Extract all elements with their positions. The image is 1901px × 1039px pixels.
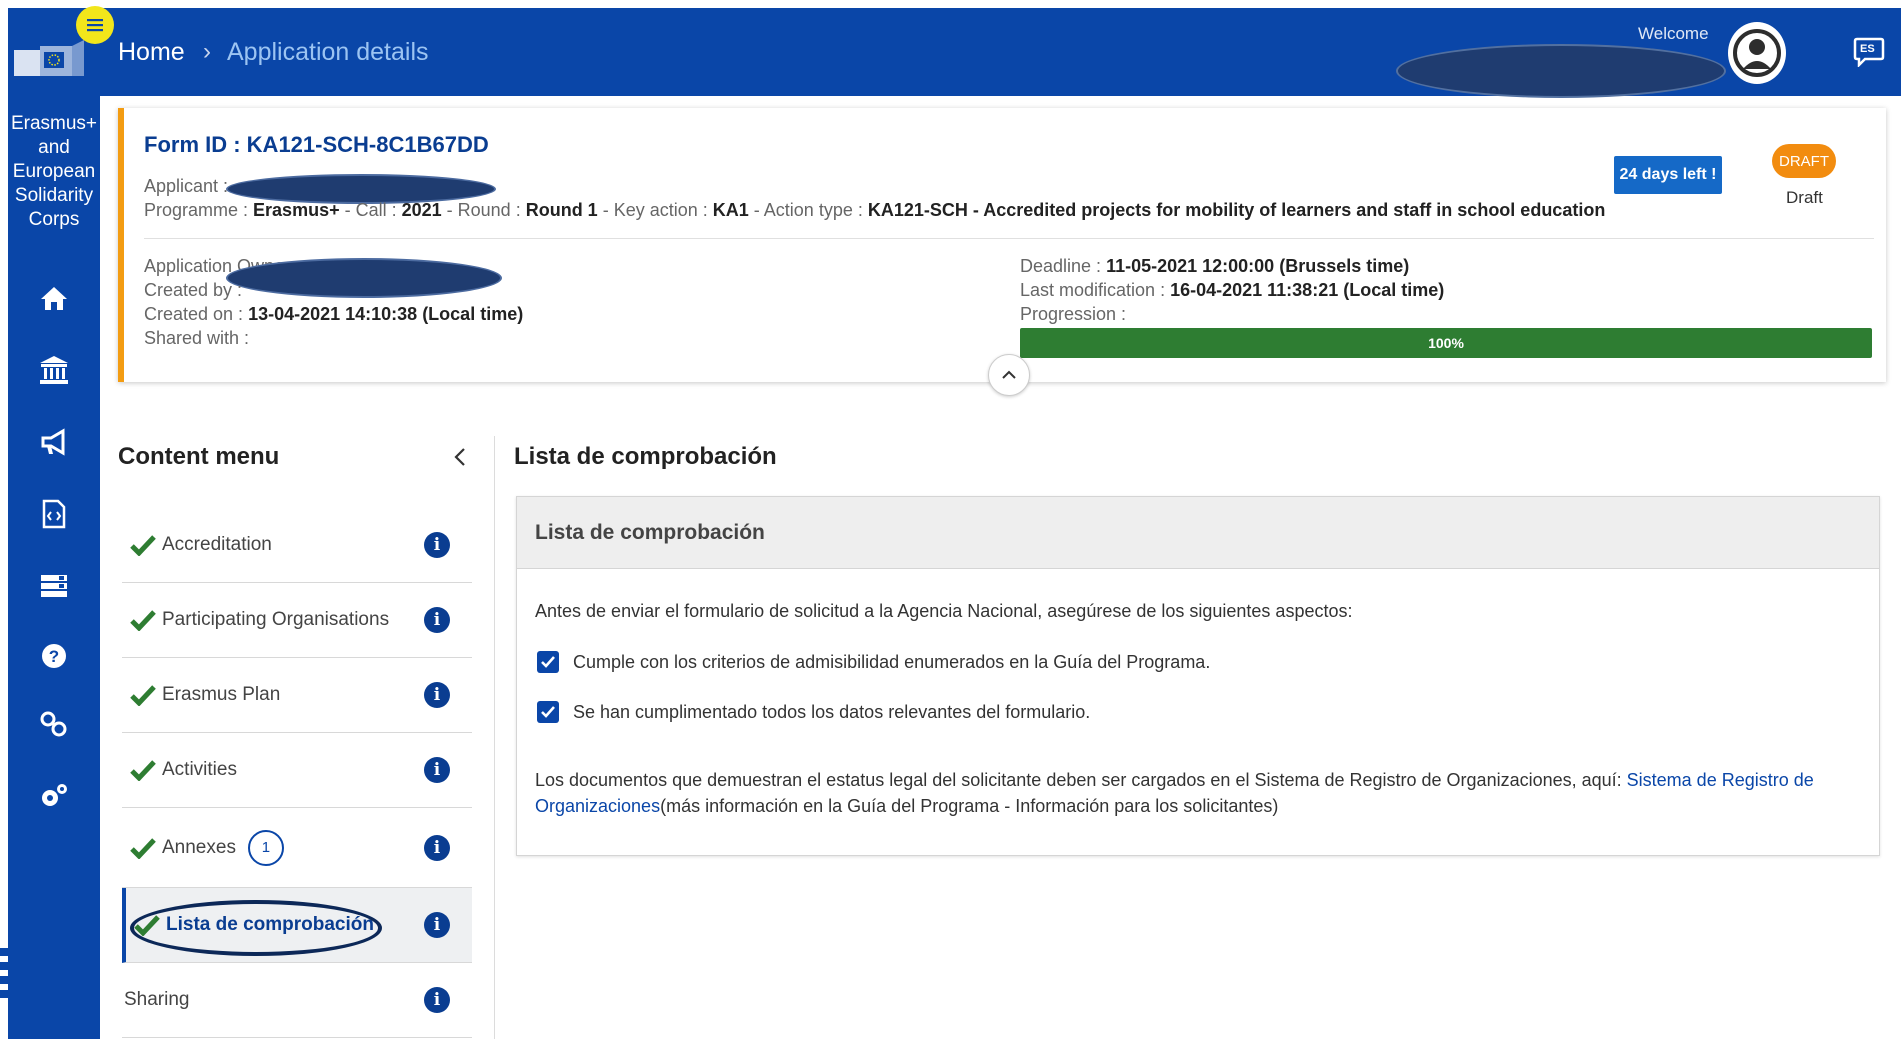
content-menu-item-label: Activities [162, 759, 237, 780]
top-bar: Home › Application details Welcome ES [100, 8, 1901, 98]
panel-header: Lista de comprobación [517, 497, 1879, 569]
checkmark-icon [541, 656, 555, 668]
svg-text:?: ? [49, 647, 59, 666]
content-menu-item-label: Sharing [124, 989, 190, 1010]
form-id: Form ID : KA121-SCH-8C1B67DD [144, 132, 489, 157]
info-icon[interactable]: i [424, 532, 450, 558]
section-title: Lista de comprobación [514, 443, 777, 470]
user-avatar[interactable] [1728, 22, 1786, 84]
breadcrumb-separator: › [203, 38, 211, 65]
collapse-summary-button[interactable] [988, 354, 1030, 396]
created-on-line: Created on : 13-04-2021 14:10:38 (Local … [144, 304, 524, 324]
institution-icon[interactable] [8, 348, 100, 392]
language-code: ES [1860, 43, 1875, 55]
content-menu-item-label: Erasmus Plan [162, 684, 281, 705]
left-rail: Erasmus+ and European Solidarity Corps ? [8, 8, 100, 1039]
link-icon[interactable] [8, 702, 100, 746]
info-icon[interactable]: i [424, 987, 450, 1013]
progression-bar: 100% [1020, 328, 1872, 358]
chevron-up-icon [1002, 370, 1016, 379]
content-menu-title: Content menu [118, 443, 280, 470]
flag-decoration [0, 948, 10, 1012]
redacted-owner [226, 258, 502, 298]
checklist-item-label: Se han cumplimentado todos los datos rel… [573, 701, 1091, 722]
breadcrumb-current: Application details [227, 38, 429, 66]
content-menu-item-participating-organisations[interactable]: Participating Organisations i [122, 583, 472, 658]
checklist-item-label: Cumple con los criterios de admisibilida… [573, 651, 1211, 672]
highlight-ring [130, 900, 382, 956]
application-summary-card: Form ID : KA121-SCH-8C1B67DD Applicant :… [118, 108, 1886, 396]
hamburger-icon [87, 19, 103, 32]
content-menu-item-erasmus-plan[interactable]: Erasmus Plan i [122, 658, 472, 733]
deadline-line: Deadline : 11-05-2021 12:00:00 (Brussels… [1020, 256, 1410, 276]
shared-with-line: Shared with : [144, 328, 250, 348]
card-divider [144, 238, 1874, 239]
check-icon [130, 684, 158, 706]
breadcrumb-home[interactable]: Home [118, 38, 185, 67]
content-menu-collapse-button[interactable] [448, 442, 472, 472]
help-icon[interactable]: ? [8, 634, 100, 678]
created-by-line: Created by : [144, 280, 243, 300]
annexes-count-badge: 1 [247, 829, 284, 866]
days-left-badge: 24 days left ! [1614, 156, 1722, 194]
language-button[interactable]: ES [1852, 34, 1886, 68]
content-menu-item-lista-de-comprobacion[interactable]: Lista de comprobación i [122, 888, 472, 963]
rail-title: Erasmus+ and European Solidarity Corps [10, 113, 98, 230]
info-icon[interactable]: i [424, 834, 450, 861]
content-menu-item-activities[interactable]: Activities i [122, 733, 472, 808]
last-modification-line: Last modification : 16-04-2021 11:38:21 … [1020, 280, 1445, 300]
content-divider [494, 436, 495, 1039]
main-menu-toggle[interactable] [76, 6, 114, 44]
megaphone-icon[interactable] [8, 420, 100, 464]
info-icon[interactable]: i [424, 912, 450, 938]
content-menu-item-label: Annexes [162, 836, 236, 858]
chevron-left-icon [454, 448, 465, 466]
progression-fill: 100% [1020, 328, 1872, 358]
check-icon [130, 609, 158, 631]
programme-line: Programme : Erasmus+ - Call : 2021 - Rou… [144, 200, 1606, 220]
content-menu-item-annexes[interactable]: Annexes 1 i [122, 808, 472, 888]
checkmark-icon [541, 706, 555, 718]
applicant-line: Applicant : [144, 176, 228, 197]
check-icon [130, 534, 158, 556]
avatar-icon [1733, 29, 1781, 77]
content-menu: Accreditation i Participating Organisati… [122, 508, 472, 1038]
status-text: Draft [1786, 188, 1823, 207]
check-icon [130, 837, 158, 859]
code-file-icon[interactable] [8, 492, 100, 536]
settings-icon[interactable] [8, 774, 100, 818]
checklist-panel: Lista de comprobación Antes de enviar el… [516, 496, 1880, 856]
documents-note: Los documentos que demuestran el estatus… [535, 770, 1814, 816]
content-menu-item-label: Accreditation [162, 534, 272, 555]
content-menu-item-accreditation[interactable]: Accreditation i [122, 508, 472, 583]
content-menu-item-sharing[interactable]: Sharing i [122, 963, 472, 1038]
home-icon[interactable] [8, 276, 100, 320]
eu-commission-logo [12, 38, 92, 84]
checklist-item: Cumple con los criterios de admisibilida… [537, 651, 1210, 673]
applicant-label: Applicant : [144, 176, 229, 196]
list-icon[interactable] [8, 564, 100, 608]
redacted-username [1396, 44, 1726, 98]
checklist-item: Se han cumplimentado todos los datos rel… [537, 701, 1090, 723]
info-icon[interactable]: i [424, 682, 450, 708]
checkbox-checked[interactable] [537, 651, 559, 673]
welcome-label: Welcome [1638, 24, 1709, 43]
checkbox-checked[interactable] [537, 701, 559, 723]
check-icon [130, 759, 158, 781]
checklist-intro: Antes de enviar el formulario de solicit… [535, 601, 1353, 621]
info-icon[interactable]: i [424, 757, 450, 783]
status-pill: DRAFT [1772, 144, 1836, 178]
content-menu-item-label: Participating Organisations [162, 609, 390, 630]
progression-label: Progression : [1020, 304, 1127, 324]
info-icon[interactable]: i [424, 607, 450, 633]
